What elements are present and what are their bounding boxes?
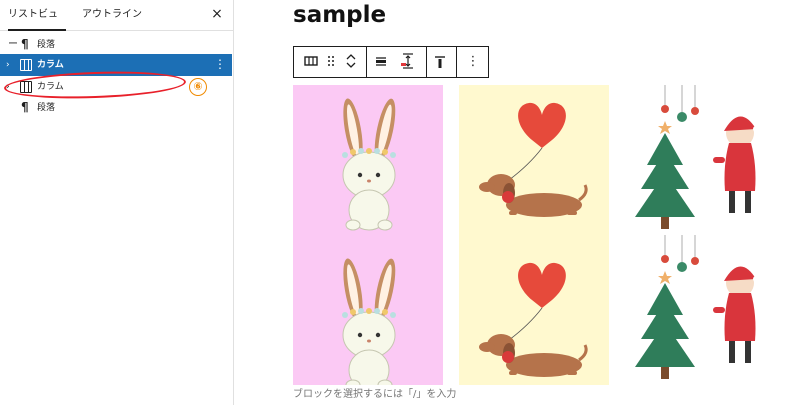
chevron-right-icon[interactable]: › bbox=[6, 59, 10, 71]
height-icon bbox=[401, 53, 413, 69]
list-item-paragraph[interactable]: ¶ 段落 bbox=[0, 97, 232, 119]
pilcrow-icon: ¶ bbox=[21, 37, 29, 51]
move-up-down-icon bbox=[346, 54, 356, 68]
dog-balloon-image bbox=[477, 102, 588, 379]
more-options-icon[interactable]: ⋮ bbox=[214, 54, 226, 76]
pilcrow-icon: ¶ bbox=[21, 100, 29, 114]
toolbar-separator bbox=[426, 47, 427, 77]
move-up-down-button[interactable] bbox=[340, 47, 364, 77]
more-options-icon[interactable]: ⋮ bbox=[461, 47, 485, 77]
list-item-label: 段落 bbox=[37, 103, 56, 113]
list-item-paragraph[interactable]: ¶ 段落 bbox=[0, 34, 232, 56]
list-item-label: 段落 bbox=[37, 40, 56, 50]
tab-list-view[interactable]: リストビュー bbox=[8, 0, 66, 50]
toolbar-separator bbox=[366, 47, 367, 77]
list-item-label: カラム bbox=[37, 60, 64, 70]
close-icon[interactable]: × bbox=[210, 7, 224, 21]
block-placeholder[interactable]: ブロックを選択するには「/」を入力 bbox=[293, 386, 456, 404]
page-title[interactable]: sample bbox=[293, 0, 386, 30]
justify-button[interactable] bbox=[370, 47, 394, 77]
column-rabbit[interactable] bbox=[293, 85, 443, 391]
tab-outline[interactable]: アウトライン bbox=[82, 0, 142, 30]
list-view-sidebar: リストビュー アウトライン × ¶ 段落 › カラム ⋮ › カラム ¶ 段落 … bbox=[0, 0, 234, 405]
columns-icon bbox=[304, 56, 318, 66]
block-toolbar: ⋮ bbox=[293, 46, 489, 78]
vertical-align-button[interactable] bbox=[429, 47, 453, 77]
rabbit-image bbox=[339, 98, 400, 391]
sidebar-tabs: リストビュー アウトライン × bbox=[0, 0, 233, 50]
christmas-image bbox=[634, 85, 760, 380]
height-button[interactable] bbox=[396, 47, 420, 77]
columns-block-button[interactable] bbox=[299, 47, 323, 77]
column-christmas[interactable] bbox=[625, 85, 775, 385]
drag-handle-icon bbox=[328, 56, 334, 66]
vertical-align-top-icon bbox=[435, 56, 445, 68]
annotation-number: ⑥ bbox=[189, 78, 207, 96]
justify-icon bbox=[376, 57, 386, 66]
column-dog[interactable] bbox=[459, 85, 609, 385]
toolbar-separator bbox=[456, 47, 457, 77]
columns-icon bbox=[20, 59, 32, 71]
